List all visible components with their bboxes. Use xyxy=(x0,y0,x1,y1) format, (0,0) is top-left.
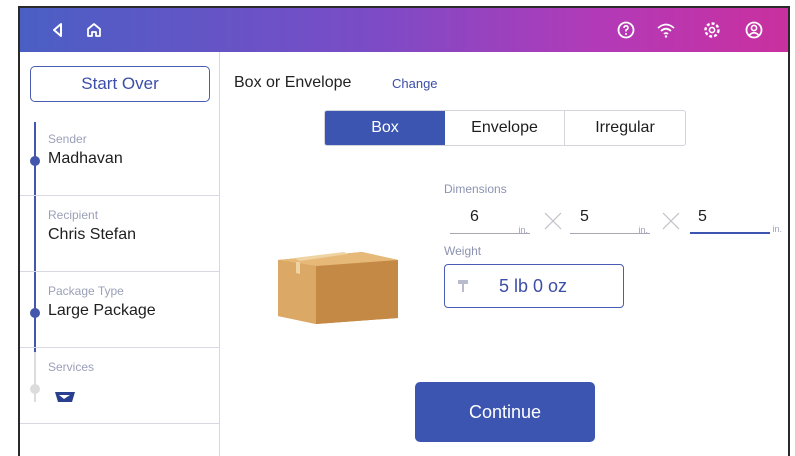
usps-eagle-icon xyxy=(55,392,75,402)
step-value: Large Package xyxy=(48,302,156,319)
start-over-button[interactable]: Start Over xyxy=(30,66,210,102)
wifi-icon[interactable] xyxy=(654,18,678,42)
top-bar xyxy=(20,8,788,52)
length-input[interactable]: 6 in. xyxy=(450,206,530,235)
step-value: Madhavan xyxy=(48,150,123,167)
multiply-icon xyxy=(544,212,562,230)
step-label: Package Type xyxy=(48,284,124,298)
height-input[interactable]: 5 in. xyxy=(690,206,782,234)
device-screen: Start Over Sender Madhavan Recipient Chr… xyxy=(18,6,790,456)
home-icon[interactable] xyxy=(82,18,106,42)
tab-envelope[interactable]: Envelope xyxy=(445,111,565,145)
tab-irregular[interactable]: Irregular xyxy=(565,111,685,145)
gear-icon[interactable] xyxy=(700,18,724,42)
length-unit: in. xyxy=(518,225,528,235)
step-dot xyxy=(30,384,40,394)
multiply-icon xyxy=(662,212,680,230)
width-value: 5 xyxy=(580,208,589,225)
scale-icon xyxy=(458,280,468,292)
length-value: 6 xyxy=(470,208,479,225)
change-link[interactable]: Change xyxy=(392,76,438,91)
step-label: Sender xyxy=(48,132,87,146)
package-type-tabs: Box Envelope Irregular xyxy=(324,110,686,146)
width-input[interactable]: 5 in. xyxy=(570,206,650,235)
sidebar: Start Over Sender Madhavan Recipient Chr… xyxy=(20,52,220,456)
sidebar-step-sender[interactable]: Sender Madhavan xyxy=(20,120,219,196)
user-icon[interactable] xyxy=(742,18,766,42)
package-type-title: Box or Envelope xyxy=(234,74,352,91)
step-dot xyxy=(30,156,40,166)
continue-button[interactable]: Continue xyxy=(415,382,595,442)
weight-field[interactable]: 5 lb 0 oz xyxy=(444,264,624,308)
step-label: Services xyxy=(48,360,95,374)
sidebar-step-recipient[interactable]: Recipient Chris Stefan xyxy=(20,196,219,272)
weight-value: 5 lb 0 oz xyxy=(499,276,568,296)
dimensions-label: Dimensions xyxy=(444,182,507,196)
main-panel: Box or Envelope Change Box Envelope Irre… xyxy=(220,52,788,456)
height-value: 5 xyxy=(698,208,707,225)
sidebar-step-package-type[interactable]: Package Type Large Package xyxy=(20,272,219,348)
width-unit: in. xyxy=(638,225,648,235)
help-icon[interactable] xyxy=(614,18,638,42)
weight-label: Weight xyxy=(444,244,482,258)
height-unit: in. xyxy=(772,224,782,234)
step-dot xyxy=(30,308,40,318)
box-package-icon xyxy=(278,252,398,324)
back-arrow-icon[interactable] xyxy=(46,18,70,42)
step-value: Chris Stefan xyxy=(48,226,137,243)
step-label: Recipient xyxy=(48,208,99,222)
tab-box[interactable]: Box xyxy=(325,111,445,145)
sidebar-step-services[interactable]: Services xyxy=(20,348,219,424)
